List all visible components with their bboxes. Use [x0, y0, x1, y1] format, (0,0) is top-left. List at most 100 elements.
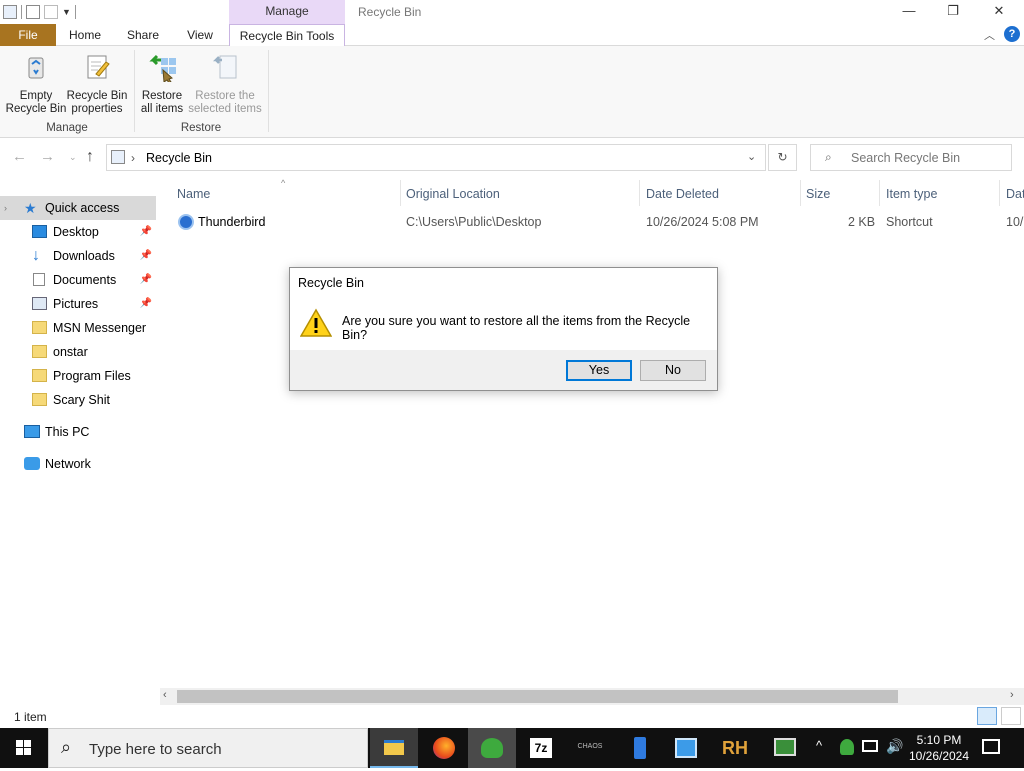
taskbar-firefox[interactable] [420, 728, 468, 768]
column-header-date-deleted[interactable]: Date Deleted [646, 186, 719, 208]
pin-icon[interactable]: 📌 [140, 268, 152, 292]
address-dropdown-icon[interactable]: ⌄ [747, 150, 756, 163]
up-arrow-icon[interactable]: ↑ [86, 148, 94, 166]
volume-icon[interactable]: 🔊 [886, 738, 903, 755]
recycle-bin-properties-button[interactable]: Recycle Bin properties [66, 52, 128, 116]
taskbar: ⌕ Type here to search 7z CHAOS RH ^ 🔊 5:… [0, 728, 1024, 768]
collapse-ribbon-icon[interactable]: ︿ [984, 27, 995, 43]
restore-selected-icon [212, 55, 237, 79]
column-header-item-type[interactable]: Item type [886, 186, 937, 208]
computer-icon [24, 425, 40, 438]
taskbar-search-box[interactable]: ⌕ Type here to search [48, 728, 368, 768]
sidebar-item-this-pc[interactable]: This PC [0, 420, 156, 444]
sidebar-item-network[interactable]: Network [0, 452, 156, 476]
taskbar-chaos[interactable]: CHAOS [566, 728, 614, 768]
column-header-size[interactable]: Size [806, 186, 830, 208]
group-label-manage: Manage [46, 122, 88, 134]
recent-locations-icon[interactable]: ⌄ [69, 152, 77, 163]
taskbar-photo-viewer[interactable] [662, 728, 710, 768]
scrollbar-thumb[interactable] [177, 690, 898, 703]
sidebar-item-downloads[interactable]: ↓ Downloads 📌 [0, 244, 156, 268]
no-button[interactable]: No [640, 360, 706, 381]
column-header-original-location[interactable]: Original Location [406, 186, 500, 208]
sidebar-item-msn-messenger[interactable]: MSN Messenger [0, 316, 156, 340]
back-arrow-icon[interactable]: ← [12, 148, 27, 165]
tab-share[interactable]: Share [118, 24, 168, 46]
sidebar-item-program-files[interactable]: Program Files [0, 364, 156, 388]
notifications-icon[interactable] [982, 739, 1000, 754]
file-name[interactable]: Thunderbird [198, 215, 265, 229]
pin-icon[interactable]: 📌 [140, 244, 152, 268]
maximize-button[interactable]: ❐ [930, 0, 976, 24]
address-bar[interactable]: › Recycle Bin ⌄ [106, 144, 766, 171]
tab-file[interactable]: File [0, 24, 56, 46]
taskbar-7zip[interactable]: 7z [516, 728, 564, 768]
large-icons-view-icon[interactable] [1001, 707, 1021, 725]
navigation-bar: ← → ⌄ ↑ › Recycle Bin ⌄ ↻ ⌕ Search Recyc… [0, 138, 1024, 178]
sidebar-label: MSN Messenger [53, 321, 147, 335]
column-header-date-overflow[interactable]: Dat [1006, 186, 1024, 208]
context-tab-header: Manage [229, 0, 345, 24]
folder-icon [32, 321, 47, 334]
empty-recycle-bin-button[interactable]: Empty Recycle Bin [5, 52, 67, 116]
restore-all-items-button[interactable]: Restore all items [136, 52, 188, 116]
yes-button[interactable]: Yes [566, 360, 632, 381]
column-divider[interactable] [879, 180, 880, 206]
photo-viewer-icon [675, 738, 697, 758]
column-header-name[interactable]: Name [177, 186, 210, 208]
taskbar-file-explorer[interactable] [370, 728, 418, 768]
show-hidden-icons-icon[interactable]: ^ [816, 738, 822, 753]
pin-icon[interactable]: 📌 [140, 220, 152, 244]
address-path[interactable]: Recycle Bin [146, 151, 212, 165]
taskbar-rh[interactable]: RH [710, 728, 758, 768]
expand-chevron-icon[interactable]: › [4, 196, 7, 220]
sidebar-item-scary-shit[interactable]: Scary Shit [0, 388, 156, 412]
refresh-button[interactable]: ↻ [768, 144, 797, 171]
scroll-right-icon[interactable]: › [1010, 689, 1014, 701]
tab-home[interactable]: Home [60, 24, 110, 46]
file-date-deleted: 10/26/2024 5:08 PM [646, 215, 759, 229]
tab-view[interactable]: View [176, 24, 224, 46]
sidebar-item-documents[interactable]: Documents 📌 [0, 268, 156, 292]
star-icon: ★ [24, 200, 37, 216]
folder-icon [32, 369, 47, 382]
title-bar: ▼ Manage Recycle Bin — ❐ ✕ [0, 0, 1024, 24]
taskbar-cmd[interactable] [760, 728, 808, 768]
sidebar-item-desktop[interactable]: Desktop 📌 [0, 220, 156, 244]
network-tray-icon[interactable] [862, 740, 878, 752]
taskbar-clock[interactable]: 5:10 PM 10/26/2024 [908, 732, 970, 764]
warning-icon [300, 308, 332, 337]
tab-recycle-bin-tools[interactable]: Recycle Bin Tools [229, 24, 345, 47]
close-button[interactable]: ✕ [976, 0, 1022, 24]
sidebar-item-pictures[interactable]: Pictures 📌 [0, 292, 156, 316]
column-divider[interactable] [639, 180, 640, 206]
taskbar-usb-tool[interactable] [616, 728, 664, 768]
file-size: 2 KB [848, 215, 876, 229]
forward-arrow-icon[interactable]: → [40, 148, 55, 165]
scroll-left-icon[interactable]: ‹ [163, 689, 167, 701]
breadcrumb-chevron-icon[interactable]: › [131, 151, 135, 165]
horizontal-scrollbar[interactable]: ‹ › [160, 688, 1024, 705]
details-view-icon[interactable] [977, 707, 997, 725]
help-icon[interactable]: ? [1004, 26, 1020, 42]
recycle-bin-app-icon[interactable] [3, 5, 17, 19]
sidebar-label: Documents [53, 273, 117, 287]
search-input[interactable]: ⌕ Search Recycle Bin [810, 144, 1012, 171]
column-divider[interactable] [800, 180, 801, 206]
properties-icon[interactable] [26, 5, 40, 19]
new-folder-icon[interactable] [44, 5, 58, 19]
sidebar-label: Pictures [53, 297, 99, 311]
msn-tray-icon[interactable] [840, 739, 854, 755]
sidebar-item-onstar[interactable]: onstar [0, 340, 156, 364]
documents-icon [33, 273, 45, 286]
start-button[interactable] [0, 728, 48, 768]
column-divider[interactable] [999, 180, 1000, 206]
customize-toolbar-icon[interactable]: ▼ [62, 7, 71, 17]
column-divider[interactable] [400, 180, 401, 206]
search-icon: ⌕ [825, 150, 832, 164]
taskbar-msn-messenger[interactable] [468, 728, 516, 768]
pin-icon[interactable]: 📌 [140, 292, 152, 316]
sidebar-item-quick-access[interactable]: › ★ Quick access [0, 196, 156, 220]
restore-selected-items-button[interactable]: Restore the selected items [186, 52, 264, 116]
minimize-button[interactable]: — [886, 0, 932, 24]
